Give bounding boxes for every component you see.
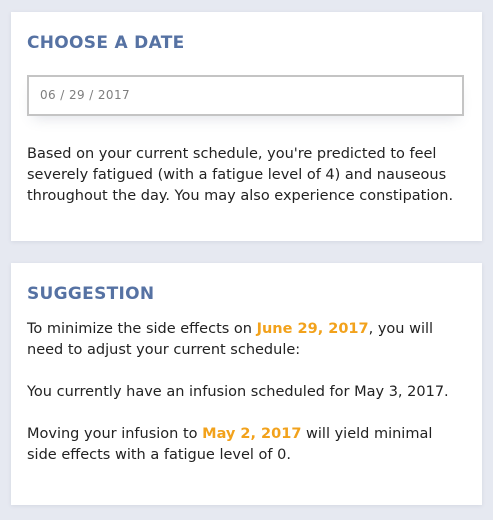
suggestion-card: SUGGESTION To minimize the side effects … xyxy=(11,263,482,505)
intro-text-before: To minimize the side effects on xyxy=(27,321,257,337)
suggestion-title: SUGGESTION xyxy=(27,284,155,304)
selected-date-highlight: June 29, 2017 xyxy=(256,321,369,337)
choose-date-card: CHOOSE A DATE 06 / 29 / 2017 Based on yo… xyxy=(11,12,482,241)
prediction-text: Based on your current schedule, you're p… xyxy=(27,146,454,204)
date-input[interactable]: 06 / 29 / 2017 xyxy=(27,75,464,116)
suggestion-recommendation: Moving your infusion to May 2, 2017 will… xyxy=(27,424,466,466)
suggested-date-highlight: May 2, 2017 xyxy=(202,426,302,442)
recommendation-text-before: Moving your infusion to xyxy=(27,426,203,442)
suggestion-intro: To minimize the side effects on June 29,… xyxy=(27,319,466,361)
current-schedule-text: You currently have an infusion scheduled… xyxy=(27,384,449,400)
choose-date-title: CHOOSE A DATE xyxy=(27,33,185,53)
